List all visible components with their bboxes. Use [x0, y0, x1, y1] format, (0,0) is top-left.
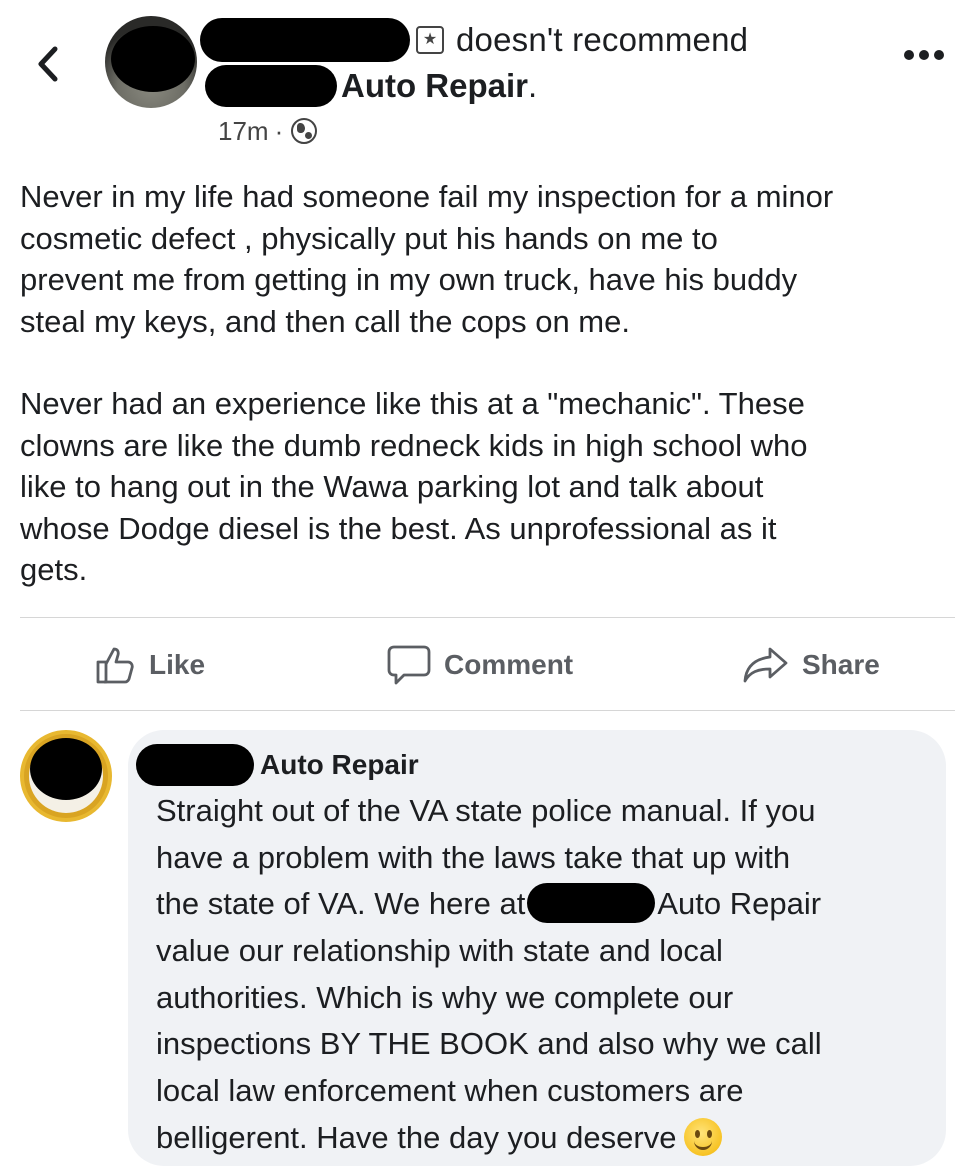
- chevron-left-icon: [38, 46, 58, 82]
- smiley-emoji-icon: [684, 1117, 723, 1156]
- comment-label: Comment: [444, 649, 574, 680]
- share-button[interactable]: Share: [742, 640, 880, 690]
- comment-line: authorities. Which is why we complete ou…: [156, 979, 734, 1015]
- post-paragraph: Never had an experience like this at a "…: [20, 386, 808, 587]
- redacted-business-name[interactable]: [205, 65, 337, 107]
- redacted-commenter-name[interactable]: [136, 744, 254, 786]
- post-header-line: ★ doesn't recommend: [200, 16, 748, 64]
- thumbs-up-icon: [96, 647, 134, 684]
- comment-line: belligerent. Have the day you deserve: [156, 1115, 926, 1162]
- back-button[interactable]: [28, 40, 68, 88]
- dot-icon: [934, 50, 944, 60]
- commenter-name[interactable]: Auto Repair: [260, 749, 419, 781]
- share-label: Share: [802, 649, 880, 680]
- globe-icon: [291, 118, 318, 144]
- recommend-status: doesn't recommend: [456, 21, 749, 58]
- share-arrow-icon: [743, 647, 788, 683]
- page-name[interactable]: Auto Repair.: [341, 67, 537, 105]
- post-paragraph: Never in my life had someone fail my ins…: [20, 179, 834, 339]
- redacted-business-name: [527, 883, 656, 924]
- redaction: [30, 738, 102, 800]
- comment-bubble-icon: [387, 645, 431, 685]
- recommendation-star-icon: ★: [416, 26, 444, 54]
- post-meta: 17m ·: [218, 115, 318, 147]
- comment-line: the state of VA. We here at Auto Repair: [156, 881, 926, 928]
- comment-button[interactable]: Comment: [386, 640, 573, 690]
- divider: [20, 617, 955, 618]
- redacted-reviewer-name[interactable]: [200, 18, 410, 62]
- comment-line: local law enforcement when customers are: [156, 1073, 744, 1109]
- post-body: Never in my life had someone fail my ins…: [20, 176, 960, 591]
- post-timestamp[interactable]: 17m: [218, 116, 269, 147]
- comment-text: Straight out of the VA state police manu…: [156, 788, 926, 1162]
- comment-line: Straight out of the VA state police manu…: [156, 793, 816, 828]
- redaction: [111, 26, 195, 92]
- comment-line: value our relationship with state and lo…: [156, 933, 723, 969]
- like-button[interactable]: Like: [95, 640, 205, 690]
- comment-bubble: Auto Repair Straight out of the VA state…: [128, 730, 946, 1166]
- dot-icon: [919, 50, 929, 60]
- reviewer-avatar[interactable]: [105, 16, 197, 108]
- post-header-page: Auto Repair.: [205, 62, 537, 110]
- commenter-avatar[interactable]: [20, 730, 112, 822]
- comment-line: inspections BY THE BOOK and also why we …: [156, 1026, 822, 1062]
- more-options-button[interactable]: [904, 50, 944, 60]
- comment-line: have a problem with the laws take that u…: [156, 839, 791, 875]
- divider: [20, 710, 955, 711]
- comment-author: Auto Repair: [136, 742, 419, 788]
- meta-separator: ·: [274, 115, 284, 146]
- like-label: Like: [149, 649, 206, 680]
- dot-icon: [904, 50, 914, 60]
- post-actions-bar: Like Comment Share: [0, 630, 970, 700]
